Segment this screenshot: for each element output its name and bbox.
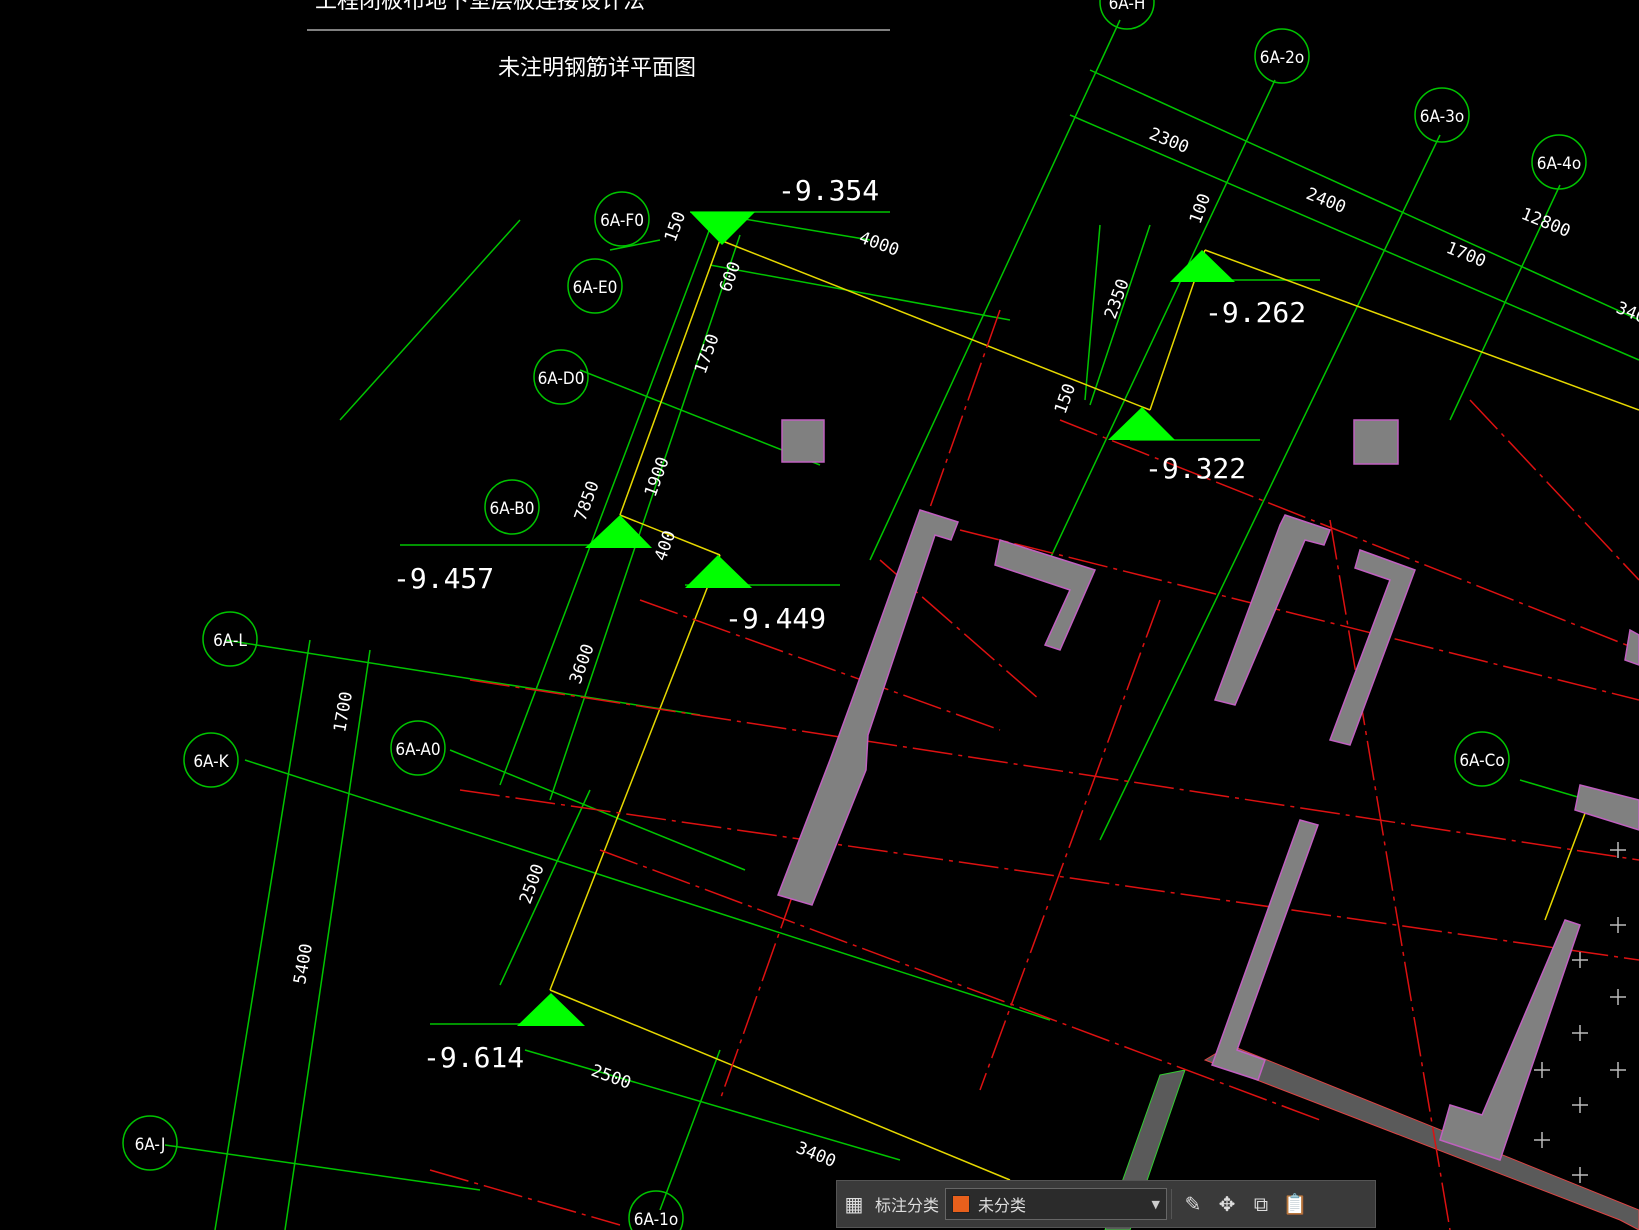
svg-text:6A-1o: 6A-1o [634, 1210, 678, 1230]
elevation-label: -9.449 [725, 602, 826, 635]
grid-bubble[interactable]: 6A-4o [1531, 134, 1587, 190]
drawing-subtitle: 未注明钢筋详平面图 [498, 56, 696, 81]
grid-bubble[interactable]: 6A-K [183, 732, 239, 788]
dimension-text: 12800 [1518, 204, 1573, 242]
toolbar-divider [1171, 1189, 1173, 1219]
column-block-2 [1353, 419, 1399, 465]
grid-icon[interactable]: ▦ [837, 1187, 871, 1221]
svg-text:6A-A0: 6A-A0 [395, 740, 440, 760]
slab-edge-yellow [549, 239, 1639, 1181]
dimension-text: 4000 [856, 228, 901, 261]
grid-bubble[interactable]: 6A-D0 [533, 349, 589, 405]
svg-text:6A-K: 6A-K [193, 752, 229, 772]
svg-text:6A-B0: 6A-B0 [490, 499, 535, 519]
svg-text:6A-2o: 6A-2o [1260, 48, 1304, 68]
grid-bubble[interactable]: 6A-2o [1254, 28, 1310, 84]
dimension-text: 400 [651, 528, 680, 564]
cad-drawing-canvas[interactable]: 工程闭板布地下室层板连接设计法 未注明钢筋详平面图 -9.354 -9.262 … [0, 0, 1639, 1230]
elevation-label: -9.614 [423, 1041, 524, 1074]
grid-bubble[interactable]: 6A-E0 [567, 258, 623, 314]
dimension-text: 1900 [641, 454, 674, 499]
elevation-label: -9.457 [393, 562, 494, 595]
svg-text:6A-J: 6A-J [135, 1135, 166, 1155]
move-icon[interactable]: ✥ [1210, 1187, 1244, 1221]
svg-text:6A-3o: 6A-3o [1420, 107, 1464, 127]
dimension-text: 7850 [571, 478, 604, 523]
dimension-text: 2500 [588, 1061, 633, 1094]
category-select[interactable]: 未分类 ▼ [945, 1188, 1168, 1220]
svg-text:6A-L: 6A-L [213, 631, 247, 651]
grid-bubble[interactable]: 6A-Co [1454, 731, 1510, 787]
grid-bubble[interactable]: 6A-F0 [594, 191, 650, 247]
wall-columns [777, 509, 1639, 1161]
chevron-down-icon: ▼ [1151, 1197, 1161, 1211]
grid-bubble[interactable]: 6A-H [1099, 0, 1155, 30]
dimension-text: 2300 [1146, 124, 1191, 158]
svg-text:6A-Co: 6A-Co [1459, 751, 1504, 771]
paste-icon[interactable]: 📋 [1278, 1187, 1312, 1221]
category-select-value: 未分类 [978, 1196, 1027, 1215]
dimension-text: 1700 [1443, 238, 1488, 272]
dimension-text: 2500 [516, 861, 549, 906]
drawing-title: 工程闭板布地下室层板连接设计法 [315, 0, 645, 14]
dimension-text: 2350 [1101, 276, 1134, 321]
svg-text:6A-D0: 6A-D0 [538, 369, 585, 389]
annotation-toolbar: ▦ 标注分类 未分类 ▼ ✎ ✥ ⧉ 📋 [836, 1180, 1376, 1228]
dimension-text: 100 [1186, 191, 1215, 227]
dimension-text: 150 [661, 209, 690, 245]
grid-bubble[interactable]: 6A-3o [1414, 87, 1470, 143]
elevation-label: -9.354 [778, 174, 879, 207]
svg-text:6A-E0: 6A-E0 [573, 278, 618, 298]
dimension-text: 1700 [330, 690, 357, 734]
toolbar-label: 标注分类 [875, 1196, 940, 1215]
grid-bubble[interactable]: 6A-B0 [484, 479, 540, 535]
grid-bubble[interactable]: 6A-L [202, 611, 258, 667]
svg-text:6A-H: 6A-H [1109, 0, 1146, 14]
dimension-text: 3400 [793, 1138, 838, 1172]
dimension-text: 150 [1051, 381, 1080, 417]
grid-bubble[interactable]: 6A-1o [628, 1190, 684, 1230]
grid-bubble[interactable]: 6A-J [122, 1115, 178, 1171]
svg-text:6A-4o: 6A-4o [1537, 154, 1581, 174]
dimension-text: 600 [716, 259, 745, 295]
grid-bubble[interactable]: 6A-A0 [390, 720, 446, 776]
dimension-texts: 4000 2300 2400 12800 1700 340 100 2350 1… [290, 124, 1639, 1172]
elevation-label: -9.322 [1145, 452, 1246, 485]
elevation-label: -9.262 [1205, 296, 1306, 329]
dimension-text: 340 [1613, 298, 1639, 328]
dimension-text: 3600 [566, 641, 599, 686]
dimension-text: 2400 [1303, 184, 1348, 218]
copy-icon[interactable]: ⧉ [1244, 1187, 1278, 1221]
column-block-1 [781, 419, 825, 463]
category-color-swatch [952, 1195, 971, 1213]
edit-icon[interactable]: ✎ [1176, 1187, 1210, 1221]
dimension-text: 1750 [691, 331, 724, 376]
svg-text:6A-F0: 6A-F0 [600, 211, 644, 231]
dimension-text: 5400 [290, 942, 317, 986]
elevation-markers [517, 212, 1235, 1026]
